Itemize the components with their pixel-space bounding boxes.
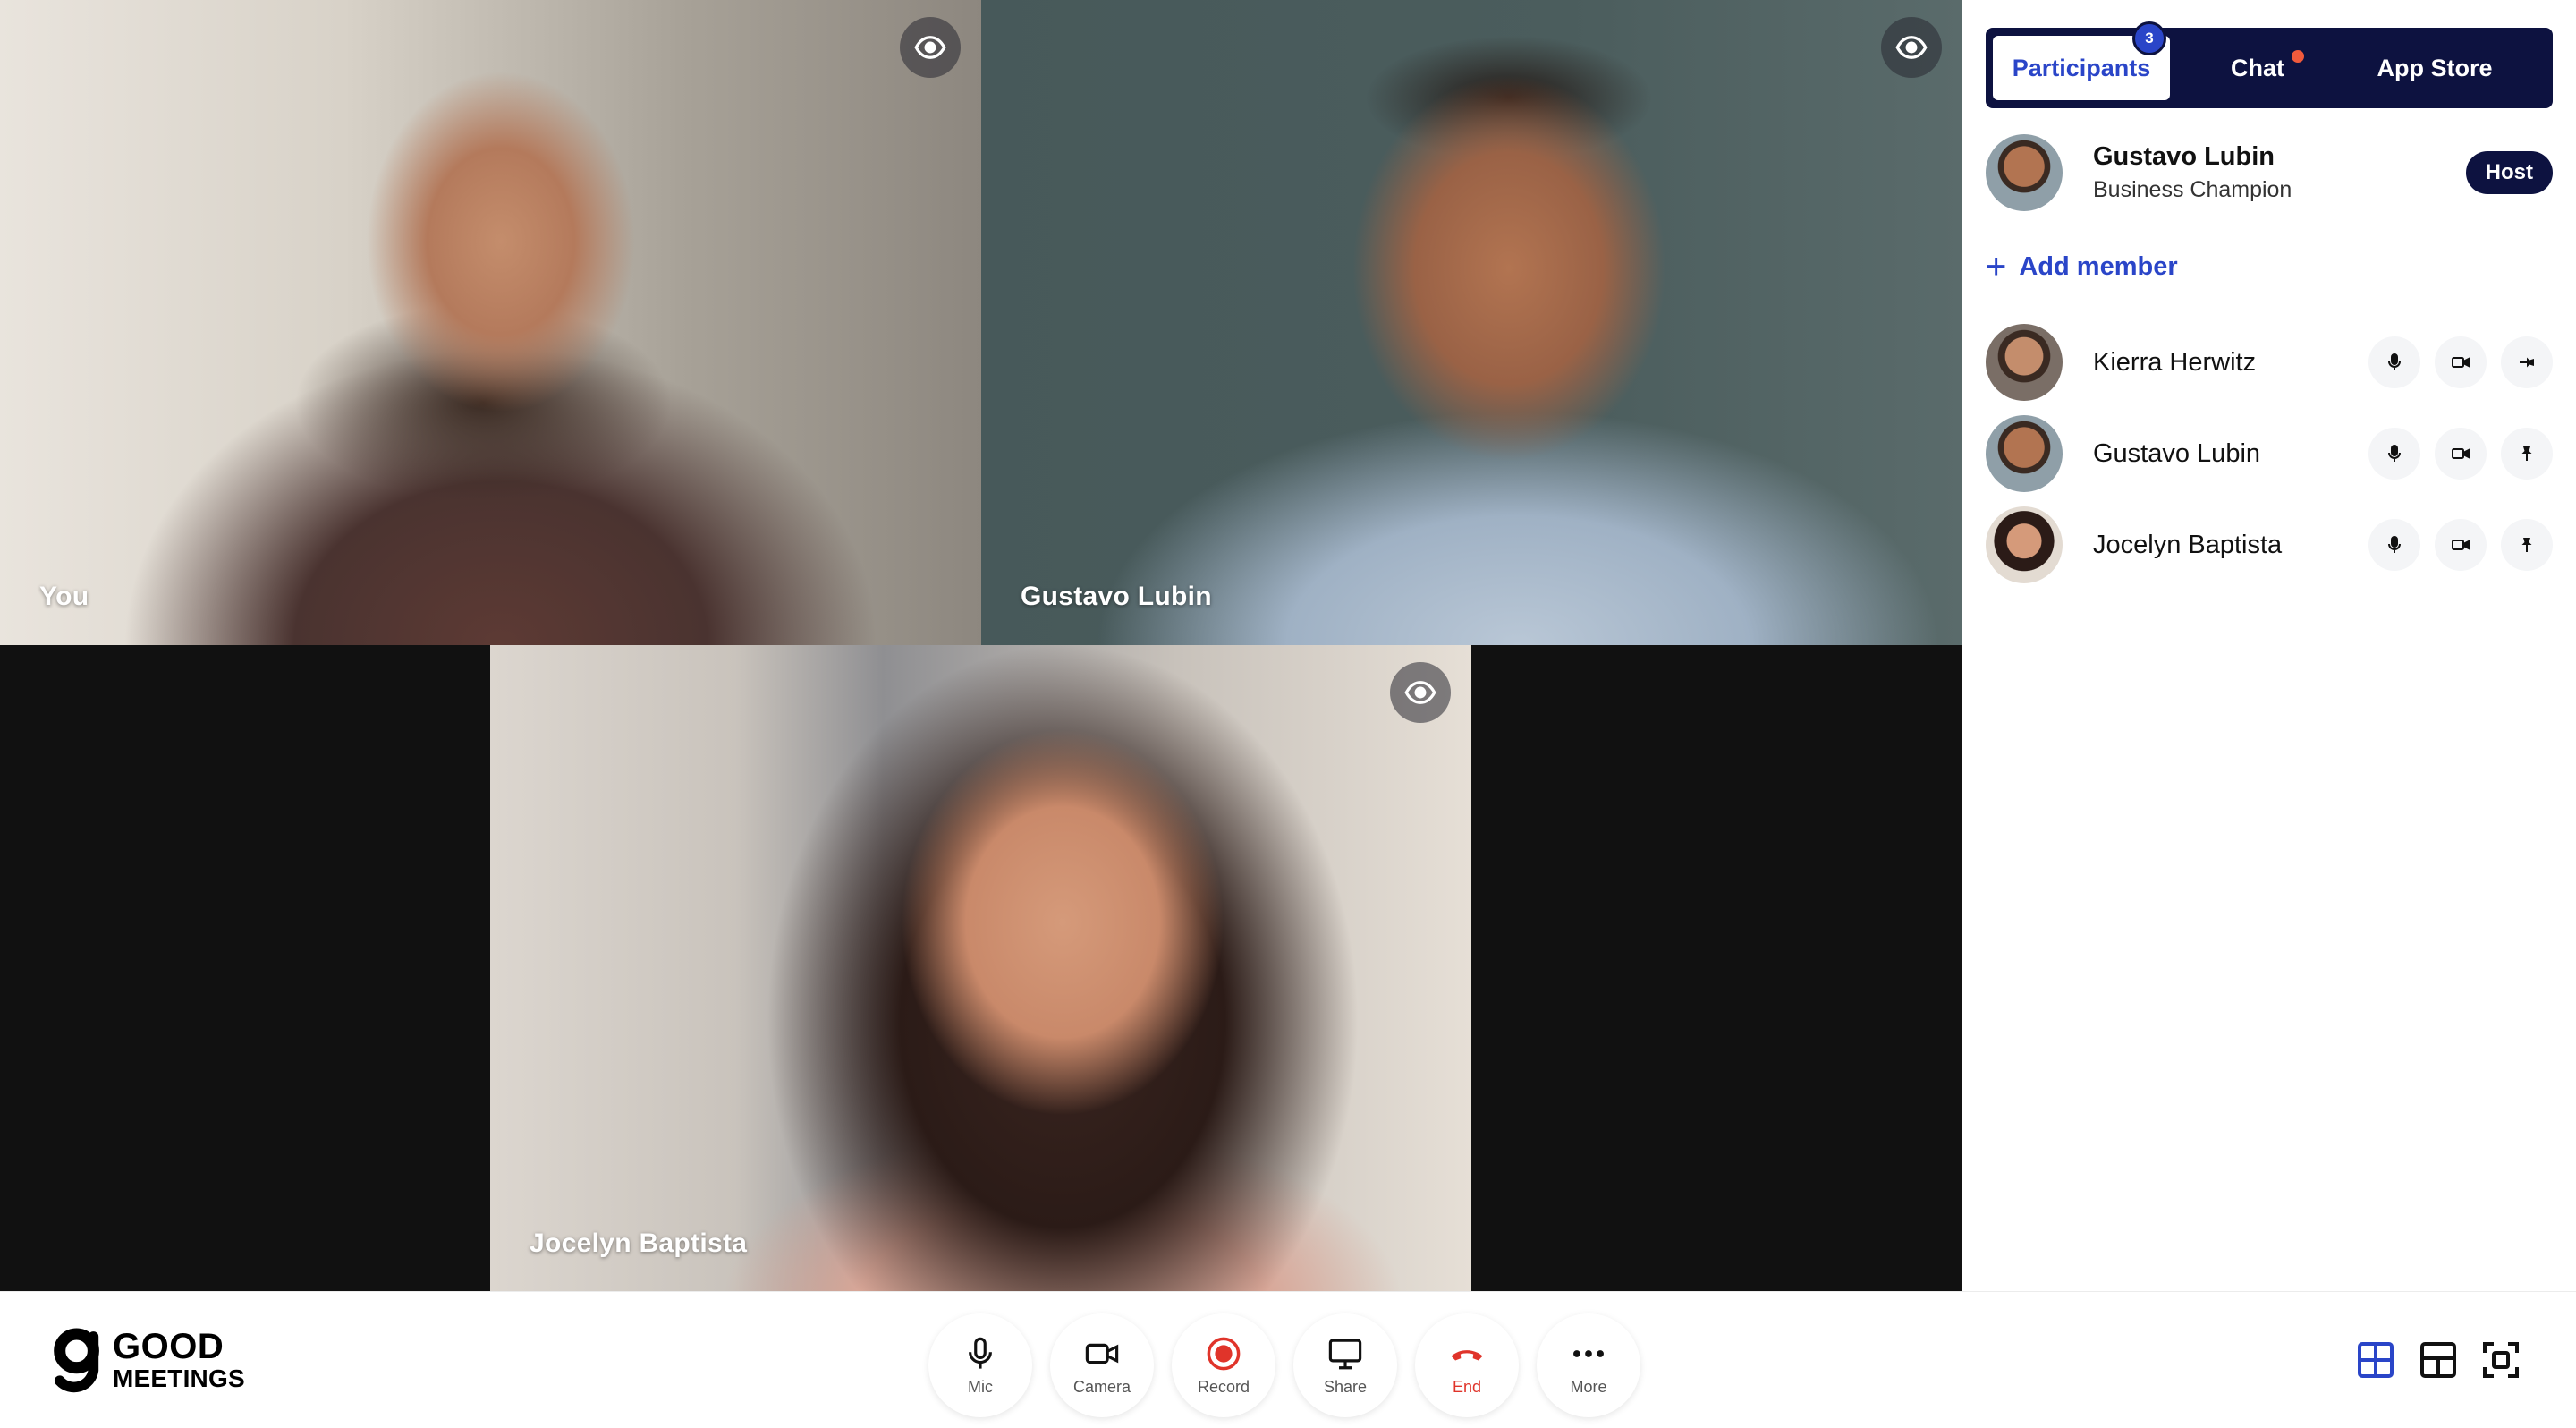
- tab-participants[interactable]: Participants 3: [1993, 21, 2170, 100]
- camera-button[interactable]: Camera: [1050, 1313, 1154, 1417]
- unread-dot: [2292, 50, 2304, 63]
- mic-button[interactable]: Mic: [928, 1313, 1032, 1417]
- tile-participant-name: You: [39, 582, 89, 611]
- logo-line-2: MEETINGS: [113, 1364, 245, 1392]
- avatar: [1986, 134, 2063, 211]
- pin-icon: [2521, 538, 2532, 552]
- fullscreen-layout-button[interactable]: [2476, 1335, 2526, 1385]
- mic-icon: [2388, 353, 2401, 370]
- list-item: Gustavo Lubin: [1986, 415, 2553, 492]
- member-name: Gustavo Lubin: [2093, 438, 2261, 468]
- host-role: Business Champion: [2093, 177, 2292, 202]
- hang-up-icon: [1451, 1349, 1483, 1361]
- layout-switcher: [2338, 1335, 2526, 1385]
- hide-video-button[interactable]: [1390, 662, 1451, 723]
- tab-label: Chat: [2231, 54, 2284, 81]
- logo-g-icon: [54, 1328, 99, 1393]
- camera-toggle-button[interactable]: [2435, 519, 2487, 571]
- member-list: Kierra Herwitz Gustavo Lubin Jocelyn Bap…: [1986, 324, 2553, 598]
- avatar: [1986, 324, 2063, 401]
- share-button[interactable]: Share: [1293, 1313, 1397, 1417]
- member-name: Kierra Herwitz: [2093, 347, 2257, 377]
- pin-button[interactable]: [2501, 428, 2553, 480]
- host-name: Gustavo Lubin: [2093, 142, 2275, 171]
- pin-button[interactable]: [2501, 336, 2553, 388]
- pin-icon: [2521, 446, 2532, 461]
- screen-share-icon: [1328, 1339, 1362, 1369]
- split-view-icon: [2420, 1342, 2456, 1378]
- host-badge: Host: [2465, 151, 2553, 194]
- pin-icon: [2520, 357, 2534, 368]
- record-label: Record: [1197, 1377, 1250, 1396]
- host-row: Gustavo Lubin Business Champion Host: [1986, 134, 2553, 211]
- mic-icon: [2388, 536, 2401, 553]
- meeting-toolbar: GOOD MEETINGS Mic Camera Record Share En…: [0, 1291, 2576, 1428]
- video-tile-jocelyn[interactable]: Jocelyn Baptista: [490, 645, 1471, 1291]
- record-icon: [1207, 1337, 1241, 1370]
- camera-icon: [2452, 540, 2470, 550]
- camera-icon: [1085, 1343, 1119, 1364]
- list-item: Kierra Herwitz: [1986, 324, 2553, 401]
- eye-icon: [914, 36, 946, 59]
- plus-icon: +: [1986, 247, 2007, 286]
- video-tile-you[interactable]: You: [0, 0, 981, 645]
- pin-button[interactable]: [2501, 519, 2553, 571]
- logo-line-1: GOOD: [113, 1327, 225, 1366]
- camera-icon: [2452, 357, 2470, 368]
- sidebar-layout-button[interactable]: [2413, 1335, 2463, 1385]
- member-name: Jocelyn Baptista: [2093, 530, 2283, 559]
- tab-label: Participants: [2012, 54, 2151, 81]
- hide-video-button[interactable]: [900, 17, 961, 78]
- video-stage: You Gustavo Lubin Jocelyn Baptista: [0, 0, 1962, 1291]
- camera-toggle-button[interactable]: [2435, 336, 2487, 388]
- mic-toggle-button[interactable]: [2368, 519, 2420, 571]
- more-button[interactable]: More: [1537, 1313, 1640, 1417]
- camera-icon: [2452, 448, 2470, 459]
- sidebar-tabs: Participants 3 Chat App Store: [1986, 21, 2553, 108]
- camera-toggle-button[interactable]: [2435, 428, 2487, 480]
- more-dots-icon: [1573, 1349, 1604, 1357]
- video-tile-gustavo[interactable]: Gustavo Lubin: [981, 0, 1962, 645]
- tile-participant-name: Jocelyn Baptista: [530, 1228, 748, 1258]
- mic-icon: [969, 1337, 992, 1369]
- good-meetings-logo: GOOD MEETINGS: [52, 1326, 245, 1394]
- end-call-button[interactable]: End: [1415, 1313, 1519, 1417]
- tile-participant-name: Gustavo Lubin: [1021, 582, 1212, 611]
- more-label: More: [1570, 1377, 1607, 1396]
- record-button[interactable]: Record: [1172, 1313, 1275, 1417]
- eye-icon: [1404, 681, 1436, 704]
- camera-label: Camera: [1072, 1377, 1131, 1396]
- call-controls: Mic Camera Record Share End More: [928, 1313, 1658, 1417]
- mic-label: Mic: [968, 1377, 993, 1396]
- add-member-label: Add member: [2019, 251, 2178, 281]
- avatar: [1986, 415, 2063, 492]
- grid-view-icon: [2358, 1342, 2394, 1378]
- fullscreen-icon: [2483, 1342, 2519, 1378]
- share-label: Share: [1323, 1377, 1368, 1396]
- tab-app-store[interactable]: App Store: [2345, 36, 2524, 100]
- add-member-button[interactable]: + Add member: [1986, 249, 2178, 285]
- tab-chat[interactable]: Chat: [2170, 36, 2345, 100]
- mic-icon: [2388, 445, 2401, 462]
- mic-toggle-button[interactable]: [2368, 428, 2420, 480]
- participants-sidebar: Participants 3 Chat App Store Gustavo Lu…: [1962, 0, 2576, 1291]
- tab-label: App Store: [2377, 54, 2493, 81]
- hide-video-button[interactable]: [1881, 17, 1942, 78]
- participant-count-badge: 3: [2132, 21, 2166, 55]
- mic-toggle-button[interactable]: [2368, 336, 2420, 388]
- avatar: [1986, 506, 2063, 583]
- list-item: Jocelyn Baptista: [1986, 506, 2553, 583]
- grid-layout-button[interactable]: [2351, 1335, 2401, 1385]
- eye-icon: [1895, 36, 1928, 59]
- end-label: End: [1452, 1377, 1482, 1396]
